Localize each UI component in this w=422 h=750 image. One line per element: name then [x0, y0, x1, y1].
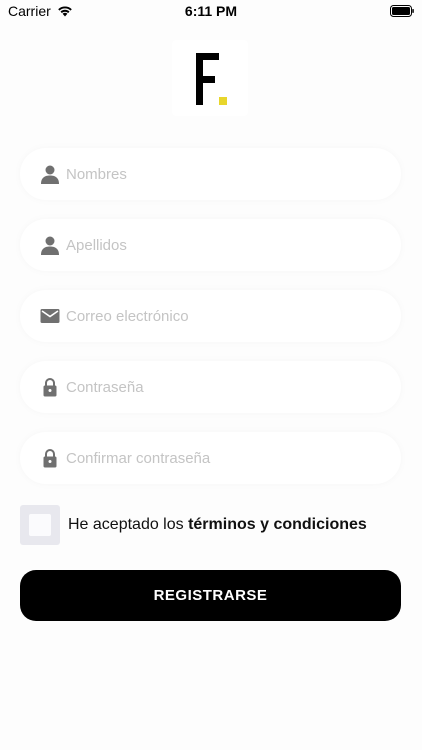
password-input[interactable] [66, 361, 386, 413]
last-name-input[interactable] [66, 219, 386, 271]
status-time: 6:11 PM [184, 3, 238, 19]
email-field [20, 290, 401, 342]
password-field [20, 361, 401, 413]
terms-link[interactable]: términos y condiciones [188, 516, 367, 533]
person-icon [41, 165, 59, 184]
status-bar: Carrier 6:11 PM [0, 0, 422, 22]
person-icon [41, 236, 59, 255]
last-name-field [20, 219, 401, 271]
register-button[interactable]: REGISTRARSE [20, 570, 401, 621]
first-name-input[interactable] [66, 148, 386, 200]
terms-checkbox[interactable] [20, 505, 60, 545]
battery-icon [390, 5, 414, 17]
mail-icon [40, 309, 60, 323]
confirm-password-input[interactable] [66, 432, 386, 484]
terms-prefix: He aceptado los [68, 516, 189, 533]
first-name-field [20, 148, 401, 200]
terms-label: He aceptado los términos y condiciones [68, 516, 367, 534]
lock-icon [43, 449, 57, 468]
register-screen: Carrier 6:11 PM Nombres Apellidos Correo… [0, 0, 422, 750]
terms-row: He aceptado los términos y condiciones [20, 504, 367, 546]
logo-mark [196, 53, 227, 105]
checkbox-box [29, 514, 51, 536]
email-input[interactable] [66, 290, 386, 342]
lock-icon [43, 378, 57, 397]
app-logo [172, 40, 248, 116]
confirm-password-field [20, 432, 401, 484]
